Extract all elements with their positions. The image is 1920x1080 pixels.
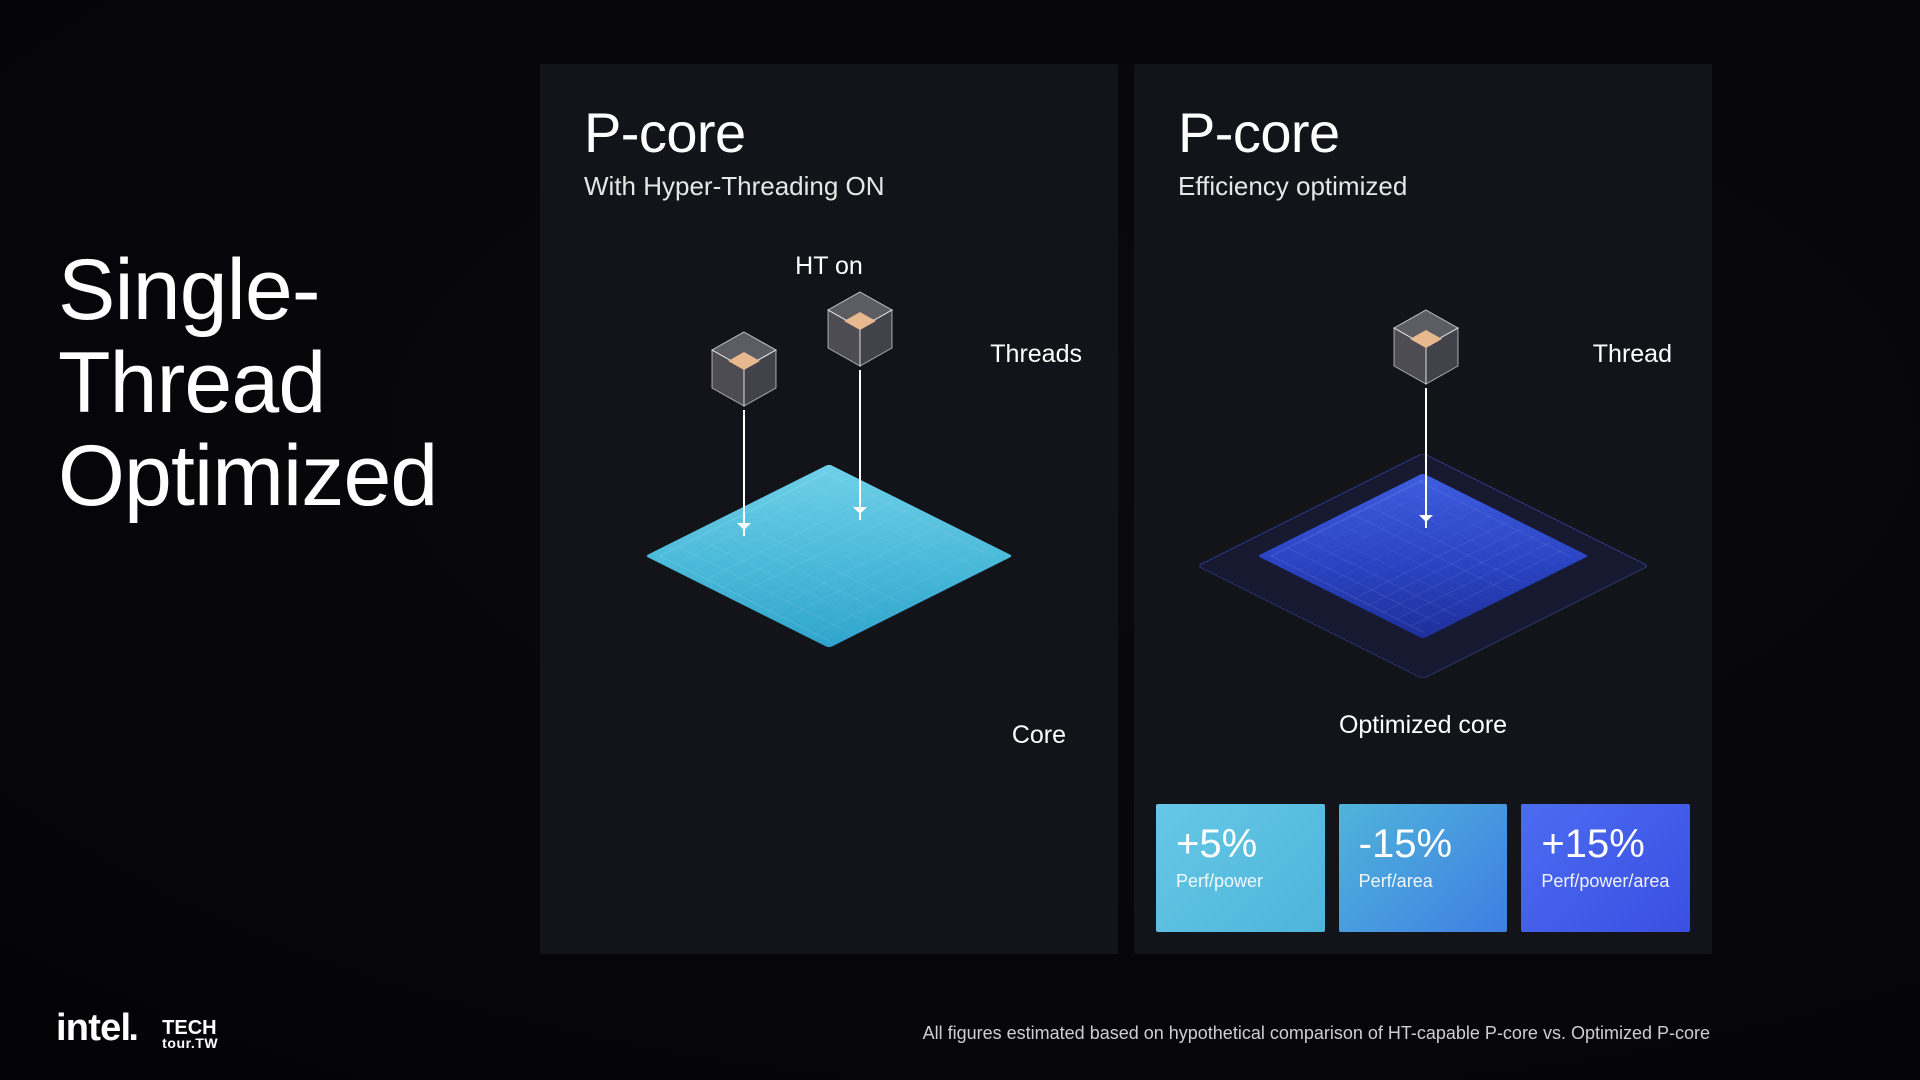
core-die-icon — [639, 366, 1019, 746]
metrics-row: +5% Perf/power -15% Perf/area +15% Perf/… — [1134, 804, 1712, 954]
metric-label: Perf/area — [1359, 871, 1488, 892]
brand-footer: intel TECH tour.TW — [56, 1007, 218, 1050]
metric-tile: +15% Perf/power/area — [1521, 804, 1690, 932]
arrow-down-icon — [1425, 388, 1427, 528]
title-line-2: Thread — [58, 335, 325, 431]
thread-cube-icon — [708, 328, 780, 410]
metric-tile: +5% Perf/power — [1156, 804, 1325, 932]
thread-cube-icon — [824, 288, 896, 370]
panel-heading: P-core — [1178, 100, 1668, 165]
tech-tour-logo-icon: TECH tour.TW — [162, 1019, 218, 1050]
panel-pcore-optimized: P-core Efficiency optimized Thread Optim… — [1134, 64, 1712, 954]
title-line-3: Optimized — [58, 428, 437, 524]
diagram-optimized: Thread Optimized core — [1134, 254, 1712, 774]
disclaimer-text: All figures estimated based on hypotheti… — [923, 1023, 1710, 1044]
metric-tile: -15% Perf/area — [1339, 804, 1508, 932]
slide-title: Single- Thread Optimized — [58, 244, 437, 523]
tech-tour-bottom: tour.TW — [162, 1037, 218, 1050]
label-core: Core — [1012, 721, 1066, 750]
metric-label: Perf/power/area — [1541, 871, 1670, 892]
metric-value: +15% — [1541, 822, 1670, 867]
panel-heading: P-core — [584, 100, 1074, 165]
label-thread: Thread — [1593, 340, 1672, 369]
title-line-1: Single- — [58, 242, 320, 338]
panel-subheading: With Hyper-Threading ON — [584, 171, 1074, 202]
label-ht-on: HT on — [795, 252, 863, 281]
thread-cube-icon — [1390, 306, 1462, 388]
core-die-icon — [1252, 385, 1594, 727]
arrow-down-icon — [743, 410, 745, 536]
intel-logo-icon: intel — [56, 1007, 146, 1050]
panel-subheading: Efficiency optimized — [1178, 171, 1668, 202]
metric-value: -15% — [1359, 822, 1488, 867]
metric-value: +5% — [1176, 822, 1305, 867]
arrow-down-icon — [859, 370, 861, 520]
panel-pcore-ht-on: P-core With Hyper-Threading ON HT on Thr… — [540, 64, 1118, 954]
diagram-ht-on: HT on Threads Core — [540, 254, 1118, 774]
metric-label: Perf/power — [1176, 871, 1305, 892]
